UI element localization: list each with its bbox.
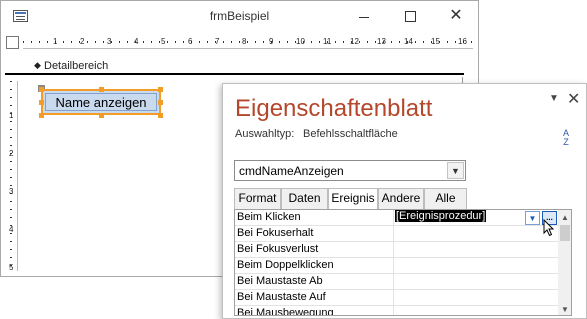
ruler-number: 8 (242, 37, 247, 46)
property-name: Bei Maustaste Ab (237, 275, 323, 287)
form-selector[interactable] (6, 36, 19, 49)
tab-daten[interactable]: Daten (281, 188, 328, 209)
ruler-number: 2 (9, 149, 14, 158)
property-row[interactable]: Bei Fokusverlust (235, 242, 558, 258)
scroll-thumb[interactable] (560, 225, 570, 241)
ruler-number: 4 (134, 37, 139, 46)
resize-handle[interactable] (99, 113, 104, 118)
ruler-number: 6 (188, 37, 193, 46)
property-value: [Ereignisprozedur] (395, 210, 487, 222)
selection-type-label: Auswahltyp: (235, 128, 295, 140)
property-name: Bei Fokusverlust (237, 243, 319, 255)
ruler-number: 16 (458, 37, 467, 46)
property-value-field[interactable]: [Ereignisprozedur] (395, 210, 487, 222)
property-name: Bei Fokuserhalt (237, 227, 314, 239)
property-name: Bei Mausbewegung (237, 307, 334, 316)
ruler-number: 1 (53, 37, 58, 46)
form-titlebar[interactable]: frmBeispiel ✕ (1, 1, 478, 31)
chevron-down-icon[interactable]: ▼ (525, 211, 540, 225)
tab-andere[interactable]: Andere (378, 188, 424, 209)
property-name: Beim Klicken (237, 211, 301, 223)
ruler-number: 10 (296, 37, 305, 46)
ruler-number: 5 (9, 263, 14, 272)
resize-handle[interactable] (99, 87, 104, 92)
property-tabs: Format Daten Ereignis Andere Alle (234, 188, 469, 210)
sort-icon[interactable]: A Z (559, 129, 573, 151)
resize-handle[interactable] (39, 100, 44, 105)
ruler-number: 9 (269, 37, 274, 46)
button-caption: Name anzeigen (45, 93, 157, 111)
property-sheet-title: Eigenschaftenblatt (235, 95, 433, 122)
vertical-scrollbar[interactable]: ▲ ▼ (558, 210, 571, 315)
maximize-button[interactable] (387, 1, 433, 31)
grid-divider (393, 274, 394, 290)
object-selector-value: cmdNameAnzeigen (239, 164, 344, 178)
grid-divider (393, 226, 394, 242)
grid-divider (393, 258, 394, 274)
property-name: Beim Doppelklicken (237, 259, 334, 271)
ruler-number: 14 (404, 37, 413, 46)
property-name: Bei Maustaste Auf (237, 291, 326, 303)
ruler-number: 11 (323, 37, 332, 46)
ruler-number: 13 (377, 37, 386, 46)
tab-alle[interactable]: Alle (424, 188, 467, 209)
property-row[interactable]: Bei Fokuserhalt (235, 226, 558, 242)
resize-handle[interactable] (158, 113, 163, 118)
chevron-down-icon[interactable]: ▼ (549, 93, 559, 104)
ruler-number: 15 (431, 37, 440, 46)
section-marker-icon: ◆ (34, 60, 41, 70)
resize-handle[interactable] (39, 87, 44, 92)
minimize-button[interactable] (341, 1, 387, 31)
resize-handle[interactable] (39, 113, 44, 118)
property-grid: Beim Klicken [Ereignisprozedur] ▼ ... Be… (234, 209, 572, 316)
scroll-up-icon[interactable]: ▲ (558, 211, 571, 224)
ruler-number: 3 (9, 187, 14, 196)
ruler-number: 7 (215, 37, 220, 46)
property-row[interactable]: Beim Doppelklicken (235, 258, 558, 274)
vertical-ruler-numbers: 1 2 3 4 5 (5, 81, 18, 272)
sort-icon-bottom: Z (563, 137, 569, 147)
ruler-number: 5 (161, 37, 166, 46)
object-selector[interactable]: cmdNameAnzeigen ▼ (234, 160, 466, 181)
ruler-number: 1 (9, 111, 14, 120)
ruler-number: 4 (9, 225, 14, 234)
grid-divider (393, 306, 394, 315)
selection-type-value: Befehlsschaltfläche (303, 128, 398, 140)
property-row[interactable]: Bei Maustaste Auf (235, 290, 558, 306)
section-label: Detailbereich (44, 60, 109, 72)
close-button[interactable]: ✕ (433, 1, 479, 31)
property-sheet: Eigenschaftenblatt ▼ ✕ Auswahltyp: Befeh… (222, 83, 587, 319)
close-icon[interactable]: ✕ (567, 89, 580, 109)
tab-format[interactable]: Format (234, 188, 281, 209)
grid-divider (393, 242, 394, 258)
chevron-down-icon[interactable]: ▼ (447, 162, 464, 179)
tab-ereignis[interactable]: Ereignis (328, 188, 378, 210)
grid-divider (393, 290, 394, 306)
resize-handle[interactable] (158, 100, 163, 105)
section-header-detail[interactable]: ◆ Detailbereich (5, 59, 464, 75)
horizontal-ruler-numbers: 1 2 3 4 5 6 7 8 9 10 11 12 13 14 15 16 (23, 36, 473, 49)
horizontal-ruler-row: 1 2 3 4 5 6 7 8 9 10 11 12 13 14 15 16 (6, 36, 473, 49)
property-row-beim-klicken[interactable]: Beim Klicken [Ereignisprozedur] ▼ ... (235, 210, 558, 237)
ruler-number: 3 (107, 37, 112, 46)
property-row[interactable]: Bei Mausbewegung (235, 306, 558, 316)
scroll-down-icon[interactable]: ▼ (558, 303, 571, 315)
ruler-number: 12 (350, 37, 359, 46)
command-button-name-anzeigen[interactable]: Name anzeigen (41, 89, 161, 115)
grid-divider (393, 210, 394, 226)
property-row[interactable]: Bei Maustaste Ab (235, 274, 558, 290)
ruler-number: 2 (80, 37, 85, 46)
resize-handle[interactable] (158, 87, 163, 92)
